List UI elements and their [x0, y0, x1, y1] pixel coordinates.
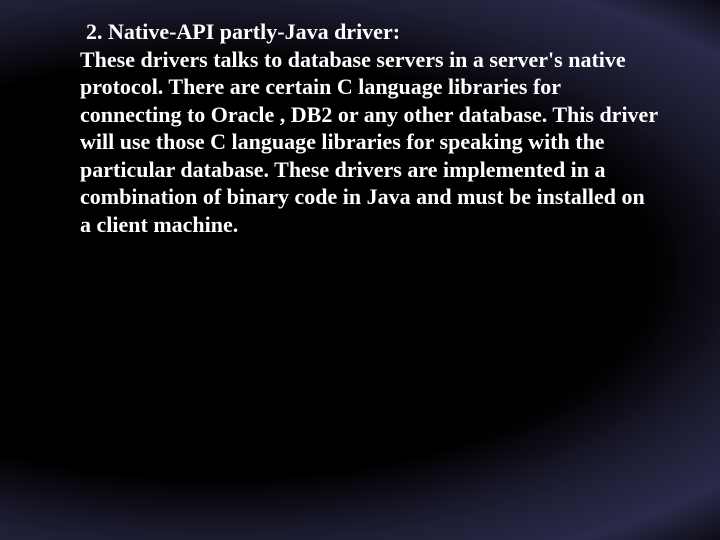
section-heading: 2. Native-API partly-Java driver:: [80, 18, 660, 46]
slide-content: 2. Native-API partly-Java driver: These …: [0, 0, 720, 238]
section-body: These drivers talks to database servers …: [80, 46, 660, 239]
